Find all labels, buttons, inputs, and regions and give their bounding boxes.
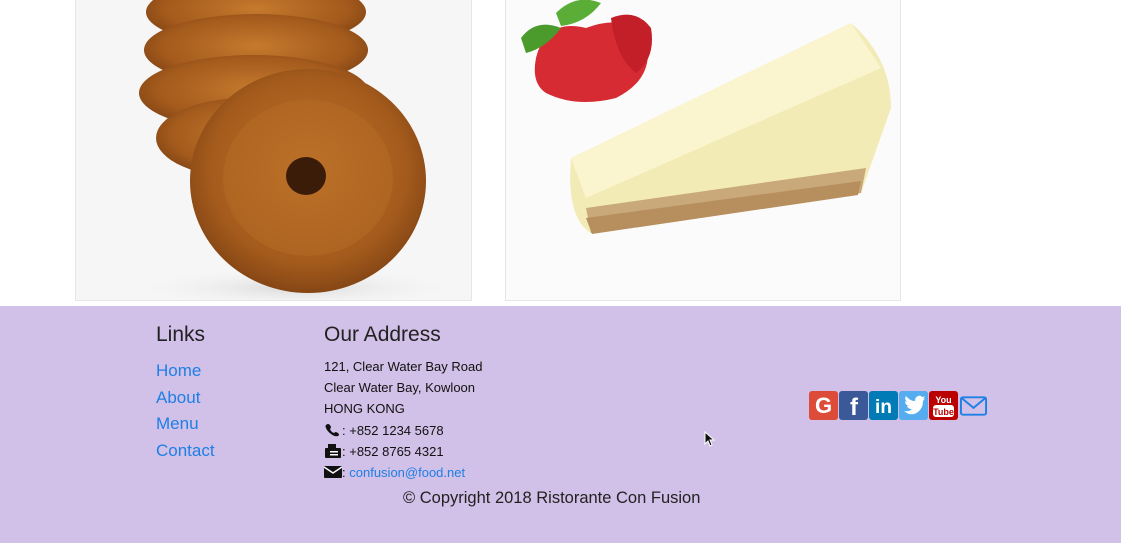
mail-icon bbox=[959, 396, 988, 416]
phone-number: : +852 1234 5678 bbox=[342, 422, 444, 438]
linkedin-icon: in bbox=[875, 397, 892, 418]
address-line-2: Clear Water Bay, Kowloon bbox=[324, 380, 476, 396]
phone-icon bbox=[324, 423, 342, 437]
donut-image bbox=[126, 0, 466, 300]
footer-link-item: Home bbox=[156, 358, 215, 385]
address-heading: Our Address bbox=[324, 323, 441, 346]
youtube-button[interactable]: You Tube bbox=[929, 391, 958, 420]
email-prefix: : bbox=[342, 465, 346, 481]
linkedin-button[interactable]: in bbox=[869, 391, 898, 420]
facebook-icon: f bbox=[850, 394, 859, 420]
address-line-3: HONG KONG bbox=[324, 401, 405, 417]
footer: Links Home About Menu Contact Our Addres… bbox=[0, 306, 1121, 543]
cheesecake-image-card[interactable] bbox=[505, 0, 901, 301]
footer-link-item: Menu bbox=[156, 411, 215, 438]
footer-links-column: Links Home About Menu Contact bbox=[156, 322, 215, 464]
phone-line: : +852 1234 5678 bbox=[324, 420, 482, 441]
google-plus-button[interactable]: G bbox=[809, 391, 838, 420]
google-plus-icon: G bbox=[815, 393, 832, 418]
address-line-1: 121, Clear Water Bay Road bbox=[324, 359, 483, 374]
email-link[interactable]: confusion@food.net bbox=[349, 465, 465, 480]
envelope-icon bbox=[324, 465, 342, 479]
fax-line: : +852 8765 4321 bbox=[324, 441, 482, 462]
footer-link-menu[interactable]: Menu bbox=[156, 414, 199, 433]
svg-text:G: G bbox=[815, 393, 832, 418]
facebook-button[interactable]: f bbox=[839, 391, 868, 420]
fax-number: : +852 8765 4321 bbox=[342, 443, 444, 459]
footer-link-contact[interactable]: Contact bbox=[156, 441, 215, 460]
mail-button[interactable] bbox=[959, 391, 989, 420]
footer-link-home[interactable]: Home bbox=[156, 361, 201, 380]
twitter-button[interactable] bbox=[899, 391, 928, 420]
menu-cards bbox=[0, 0, 1121, 306]
address-block: 121, Clear Water Bay Road Clear Water Ba… bbox=[324, 356, 482, 483]
youtube-icon: You Tube bbox=[933, 395, 954, 417]
svg-text:f: f bbox=[850, 394, 859, 420]
footer-address-column: Our Address 121, Clear Water Bay Road Cl… bbox=[324, 322, 482, 483]
cheesecake-image bbox=[521, 0, 891, 234]
svg-text:Tube: Tube bbox=[933, 407, 954, 417]
donut-image-card[interactable] bbox=[75, 0, 472, 301]
email-line: : confusion@food.net bbox=[324, 462, 482, 483]
footer-link-item: About bbox=[156, 385, 215, 412]
footer-links-list: Home About Menu Contact bbox=[156, 358, 215, 464]
footer-link-item: Contact bbox=[156, 438, 215, 465]
mouse-cursor-icon bbox=[704, 431, 715, 447]
footer-link-about[interactable]: About bbox=[156, 388, 200, 407]
svg-text:in: in bbox=[875, 397, 892, 418]
copyright-text: © Copyright 2018 Ristorante Con Fusion bbox=[403, 489, 701, 507]
fax-icon bbox=[324, 443, 342, 458]
twitter-icon bbox=[904, 395, 925, 415]
links-heading: Links bbox=[156, 323, 206, 346]
social-buttons: G f in You Tube bbox=[809, 391, 990, 421]
svg-text:You: You bbox=[935, 395, 951, 405]
